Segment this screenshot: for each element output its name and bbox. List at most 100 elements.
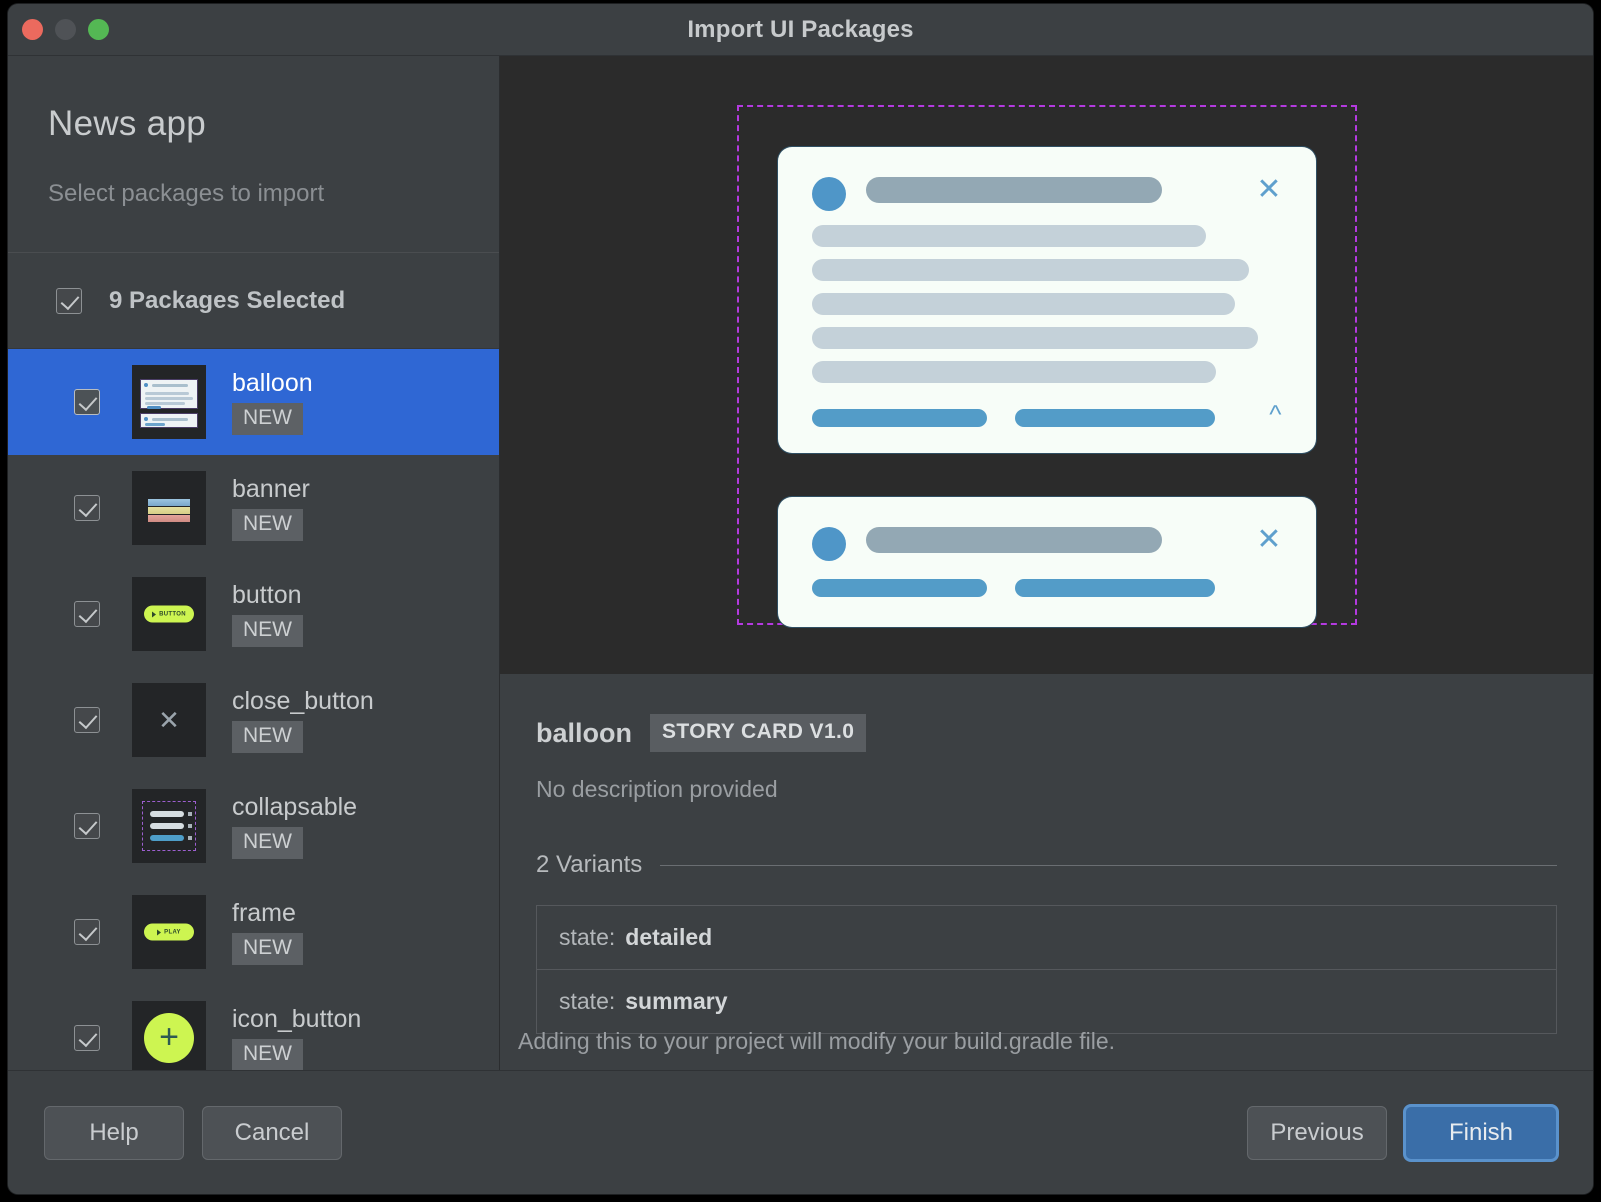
body-placeholder-lines: [811, 224, 1282, 383]
card-actions: [811, 408, 1282, 427]
action-placeholder[interactable]: [1014, 408, 1215, 427]
list-item[interactable]: PLAY frame NEW: [8, 879, 499, 985]
variant-key: state:: [559, 924, 616, 950]
package-meta: close_button NEW: [232, 687, 374, 753]
new-badge: NEW: [232, 721, 303, 753]
package-checkbox[interactable]: [74, 601, 100, 627]
play-triangle-icon: [152, 611, 157, 617]
selection-summary-label: 9 Packages Selected: [109, 286, 346, 314]
new-badge: NEW: [232, 1039, 303, 1070]
icon-button-thumb-icon: +: [132, 1001, 206, 1070]
select-all-checkbox[interactable]: [56, 287, 82, 314]
package-name: button: [232, 581, 302, 609]
package-name: frame: [232, 899, 296, 927]
preview-card-summary: ✕: [777, 496, 1316, 627]
close-icon[interactable]: ✕: [1256, 174, 1281, 205]
new-badge: NEW: [232, 509, 303, 541]
detail-panel: ✕ ^ ✕ balloon STORY CARD V1.0 No descrip…: [500, 56, 1593, 1070]
preview-bounding-box: ✕ ^ ✕: [736, 104, 1357, 627]
component-name: balloon: [536, 717, 632, 748]
package-name: collapsable: [232, 793, 358, 821]
banner-thumb-icon: [132, 471, 206, 545]
plus-icon: +: [144, 1013, 194, 1063]
cancel-button[interactable]: Cancel: [202, 1105, 342, 1160]
window-title: Import UI Packages: [687, 15, 914, 43]
action-placeholder[interactable]: [811, 578, 987, 597]
select-all-row[interactable]: 9 Packages Selected: [8, 253, 499, 349]
package-checkbox[interactable]: [74, 1025, 100, 1051]
package-checkbox[interactable]: [74, 919, 100, 945]
chevron-up-icon[interactable]: ^: [1269, 401, 1281, 427]
finish-button[interactable]: Finish: [1405, 1105, 1557, 1160]
package-meta: collapsable NEW: [232, 793, 357, 859]
collapsable-thumb-icon: [132, 789, 206, 863]
package-list[interactable]: balloon NEW banner NEW BUTTON button NEW…: [8, 349, 499, 1070]
package-meta: frame NEW: [232, 899, 303, 965]
window-body: News app Select packages to import 9 Pac…: [8, 56, 1593, 1070]
gradle-note: Adding this to your project will modify …: [518, 1027, 1116, 1054]
sidebar-header: News app Select packages to import: [8, 56, 499, 253]
thumb-pill-label: BUTTON: [159, 611, 186, 617]
app-title: News app: [48, 104, 207, 143]
component-preview: ✕ ^ ✕: [500, 56, 1593, 673]
play-triangle-icon: [157, 929, 162, 935]
variants-heading-row: 2 Variants: [536, 851, 1557, 879]
thumb-pill-label: PLAY: [164, 929, 181, 935]
package-checkbox[interactable]: [74, 389, 100, 415]
list-item[interactable]: BUTTON button NEW: [8, 561, 499, 667]
variant-value: detailed: [625, 924, 713, 950]
new-badge: NEW: [232, 615, 303, 647]
action-placeholder[interactable]: [811, 408, 987, 427]
card-actions: [811, 578, 1282, 597]
traffic-light-group: [22, 19, 109, 40]
package-meta: button NEW: [232, 581, 303, 647]
avatar: [811, 526, 846, 561]
packages-sidebar: News app Select packages to import 9 Pac…: [8, 56, 500, 1070]
list-item[interactable]: banner NEW: [8, 455, 499, 561]
balloon-thumb-icon: [132, 365, 206, 439]
variants-heading: 2 Variants: [536, 851, 643, 878]
package-checkbox[interactable]: [74, 813, 100, 839]
frame-thumb-icon: PLAY: [132, 895, 206, 969]
package-meta: banner NEW: [232, 475, 310, 541]
help-button[interactable]: Help: [44, 1105, 184, 1160]
package-checkbox[interactable]: [74, 495, 100, 521]
variants-divider: [660, 864, 1557, 866]
list-item[interactable]: ✕ close_button NEW: [8, 667, 499, 773]
detail-header: balloon STORY CARD V1.0: [536, 714, 1557, 752]
footer-note-wrap: Adding this to your project will modify …: [500, 1011, 1593, 1071]
minimize-window-button[interactable]: [55, 19, 76, 40]
new-badge: NEW: [232, 827, 303, 859]
preview-card-detailed: ✕ ^: [777, 146, 1316, 453]
headline-placeholder: [865, 526, 1162, 553]
sidebar-subtitle: Select packages to import: [48, 180, 325, 207]
previous-button[interactable]: Previous: [1247, 1105, 1387, 1160]
button-thumb-icon: BUTTON: [132, 577, 206, 651]
package-name: close_button: [232, 687, 374, 715]
package-name: banner: [232, 475, 310, 503]
dialog-footer: Adding this to your project will modify …: [8, 1028, 1593, 1194]
close-button-thumb-icon: ✕: [132, 683, 206, 757]
action-placeholder[interactable]: [1014, 578, 1215, 597]
list-item[interactable]: + icon_button NEW: [8, 985, 499, 1070]
close-window-button[interactable]: [22, 19, 43, 40]
variant-row[interactable]: state: detailed: [537, 906, 1556, 970]
component-version-badge: STORY CARD V1.0: [650, 714, 867, 752]
headline-placeholder: [865, 176, 1162, 203]
import-ui-packages-window: Import UI Packages News app Select packa…: [8, 4, 1593, 1194]
new-badge: NEW: [232, 933, 303, 965]
package-checkbox[interactable]: [74, 707, 100, 733]
x-icon: ✕: [158, 705, 180, 735]
package-meta: balloon NEW: [232, 369, 313, 435]
avatar: [811, 176, 846, 211]
new-badge: NEW: [232, 403, 303, 435]
list-item[interactable]: collapsable NEW: [8, 773, 499, 879]
package-name: icon_button: [232, 1005, 362, 1033]
close-icon[interactable]: ✕: [1256, 524, 1281, 555]
zoom-window-button[interactable]: [88, 19, 109, 40]
package-meta: icon_button NEW: [232, 1005, 361, 1070]
component-description: No description provided: [536, 776, 778, 802]
package-name: balloon: [232, 369, 313, 397]
list-item[interactable]: balloon NEW: [8, 349, 499, 455]
window-titlebar: Import UI Packages: [8, 4, 1593, 56]
